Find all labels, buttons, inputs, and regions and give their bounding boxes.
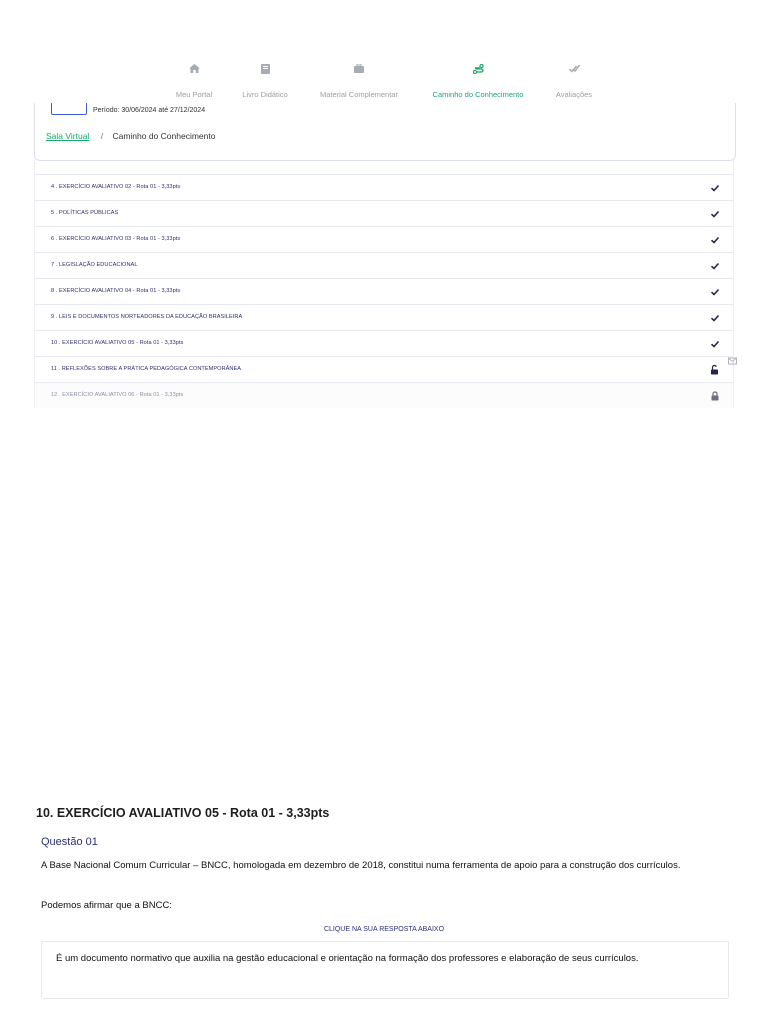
check-icon (709, 337, 721, 349)
step-label: 5 . POLÍTICAS PÚBLICAS (51, 210, 119, 216)
list-item: 12 . EXERCÍCIO AVALIATIVO 06 - Rota 01 -… (35, 382, 733, 408)
exercise-title: 10. EXERCÍCIO AVALIATIVO 05 - Rota 01 - … (36, 806, 330, 820)
nav-material-complementar[interactable]: Material Complementar (314, 64, 404, 99)
list-item-partial (35, 160, 733, 174)
top-nav: Meu Portal Livro Didático Material Compl… (0, 64, 768, 106)
nav-label: Meu Portal (175, 90, 213, 99)
course-header-card: Período: 30/06/2024 até 27/12/2024 Sala … (34, 103, 736, 161)
question-text: A Base Nacional Comum Curricular – BNCC,… (41, 860, 681, 871)
step-label: 4 . EXERCÍCIO AVALIATIVO 02 - Rota 01 - … (51, 184, 181, 190)
list-item[interactable]: 10 . EXERCÍCIO AVALIATIVO 05 - Rota 01 -… (35, 330, 733, 356)
step-label: 7 . LEGISLAÇÃO EDUCACIONAL (51, 262, 138, 268)
list-item[interactable]: 11 . REFLEXÕES SOBRE A PRÁTICA PEDAGÓGIC… (35, 356, 733, 382)
route-icon (426, 64, 530, 84)
double-check-icon (553, 64, 595, 84)
breadcrumb-sala-virtual[interactable]: Sala Virtual (46, 131, 89, 141)
list-item[interactable]: 4 . EXERCÍCIO AVALIATIVO 02 - Rota 01 - … (35, 174, 733, 200)
question-label: Questão 01 (41, 836, 98, 848)
list-item[interactable]: 5 . POLÍTICAS PÚBLICAS (35, 200, 733, 226)
nav-label: Material Complementar (320, 90, 398, 99)
breadcrumb-current: Caminho do Conhecimento (112, 131, 216, 141)
book-icon (238, 64, 292, 84)
question-prompt: Podemos afirmar que a BNCC: (41, 900, 172, 911)
step-label: 12 . EXERCÍCIO AVALIATIVO 06 - Rota 01 -… (51, 392, 184, 398)
check-icon (709, 233, 721, 245)
briefcase-icon (314, 64, 404, 84)
step-label: 6 . EXERCÍCIO AVALIATIVO 03 - Rota 01 - … (51, 236, 181, 242)
unlock-icon (709, 363, 721, 375)
answer-text: É um documento normativo que auxilia na … (56, 953, 639, 964)
answer-option[interactable]: É um documento normativo que auxilia na … (41, 941, 729, 999)
step-label: 9 . LEIS E DOCUMENTOS NORTEADORES DA EDU… (51, 314, 243, 320)
nav-label: Caminho do Conhecimento (432, 90, 524, 99)
home-icon (173, 64, 215, 84)
nav-meu-portal[interactable]: Meu Portal (173, 64, 215, 99)
nav-caminho-do-conhecimento[interactable]: Caminho do Conhecimento (426, 64, 530, 99)
nav-livro-didatico[interactable]: Livro Didático (238, 64, 292, 99)
course-period: Período: 30/06/2024 até 27/12/2024 (93, 107, 206, 114)
check-icon (709, 311, 721, 323)
step-label: 11 . REFLEXÕES SOBRE A PRÁTICA PEDAGÓGIC… (51, 366, 242, 372)
nav-avaliacoes[interactable]: Avaliações (553, 64, 595, 99)
check-icon (709, 207, 721, 219)
knowledge-path-list: 4 . EXERCÍCIO AVALIATIVO 02 - Rota 01 - … (34, 160, 734, 408)
list-item[interactable]: 7 . LEGISLAÇÃO EDUCACIONAL (35, 252, 733, 278)
nav-label: Avaliações (555, 90, 593, 99)
list-item[interactable]: 6 . EXERCÍCIO AVALIATIVO 03 - Rota 01 - … (35, 226, 733, 252)
course-thumbnail (51, 103, 87, 115)
breadcrumb: Sala Virtual / Caminho do Conhecimento (46, 131, 215, 141)
mail-icon[interactable] (728, 352, 737, 365)
check-icon (709, 259, 721, 271)
breadcrumb-separator: / (100, 131, 104, 141)
step-label: 10 . EXERCÍCIO AVALIATIVO 05 - Rota 01 -… (51, 340, 184, 346)
list-item[interactable]: 9 . LEIS E DOCUMENTOS NORTEADORES DA EDU… (35, 304, 733, 330)
step-label: 8 . EXERCÍCIO AVALIATIVO 04 - Rota 01 - … (51, 288, 181, 294)
lock-icon (709, 389, 721, 401)
check-icon (709, 181, 721, 193)
list-item[interactable]: 8 . EXERCÍCIO AVALIATIVO 04 - Rota 01 - … (35, 278, 733, 304)
check-icon (709, 285, 721, 297)
answer-instruction: CLIQUE NA SUA RESPOSTA ABAIXO (323, 926, 445, 933)
nav-label: Livro Didático (242, 90, 288, 99)
